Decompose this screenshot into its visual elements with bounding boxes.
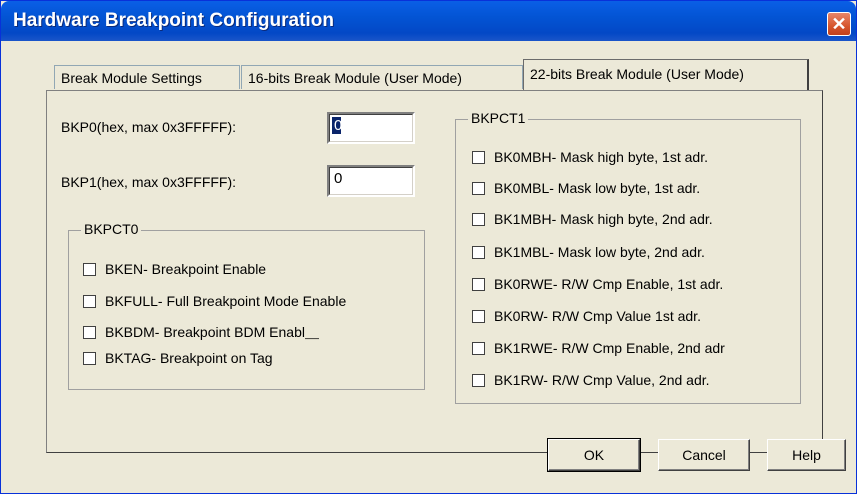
checkbox-box[interactable]: [472, 181, 485, 195]
checkbox-label: BK0MBH- Mask high byte, 1st adr.: [494, 149, 708, 165]
bkp0-label: BKP0(hex, max 0x3FFFFF):: [61, 119, 237, 135]
bkpct1-title: BKPCT1: [468, 110, 529, 126]
checkbox-label: BK1RWE- R/W Cmp Enable, 2nd adr: [494, 340, 725, 356]
checkbox-label: BK1RW- R/W Cmp Value, 2nd adr.: [494, 372, 710, 388]
cancel-button[interactable]: Cancel: [658, 439, 750, 471]
tab-16bit-break-module[interactable]: 16-bits Break Module (User Mode): [241, 65, 523, 89]
bken-checkbox[interactable]: BKEN- Breakpoint Enable: [83, 259, 266, 279]
checkbox-label: BKFULL- Full Breakpoint Mode Enable: [105, 293, 347, 309]
bkp1-label: BKP1(hex, max 0x3FFFFF):: [61, 174, 237, 190]
checkbox-label: BKEN- Breakpoint Enable: [105, 261, 267, 277]
bk1rwe-checkbox[interactable]: BK1RWE- R/W Cmp Enable, 2nd adr: [472, 338, 725, 358]
checkbox-box[interactable]: [83, 294, 96, 308]
checkbox-label: BK0MBL- Mask low byte, 1st adr.: [494, 180, 701, 196]
tab-break-module-settings[interactable]: Break Module Settings: [54, 65, 240, 89]
checkbox-label: BK1MBH- Mask high byte, 2nd adr.: [494, 211, 713, 227]
bkp1-input[interactable]: 0: [327, 165, 415, 197]
dialog-client: Break Module Settings 16-bits Break Modu…: [9, 41, 854, 489]
bk0mbh-checkbox[interactable]: BK0MBH- Mask high byte, 1st adr.: [472, 147, 708, 167]
close-icon[interactable]: ✕: [827, 12, 851, 36]
help-button[interactable]: Help: [767, 439, 846, 471]
bk0rwe-checkbox[interactable]: BK0RWE- R/W Cmp Enable, 1st adr.: [472, 274, 723, 294]
checkbox-label: BK0RW- R/W Cmp Value 1st adr.: [494, 308, 701, 324]
checkbox-box[interactable]: [83, 351, 96, 365]
checkbox-box[interactable]: [472, 212, 485, 226]
bk0rw-checkbox[interactable]: BK0RW- R/W Cmp Value 1st adr.: [472, 306, 701, 326]
bkp1-value: 0: [334, 170, 343, 187]
checkbox-box[interactable]: [472, 373, 485, 387]
checkbox-box[interactable]: [472, 150, 485, 164]
checkbox-box[interactable]: [472, 245, 485, 259]
bkpct0-group: BKPCT0 BKEN- Breakpoint Enable BKFULL- F…: [68, 221, 425, 390]
bk1rw-checkbox[interactable]: BK1RW- R/W Cmp Value, 2nd adr.: [472, 370, 710, 390]
bk1mbl-checkbox[interactable]: BK1MBL- Mask low byte, 2nd adr.: [472, 242, 705, 262]
checkbox-box[interactable]: [83, 325, 96, 339]
checkbox-label: BKBDM- Breakpoint BDM Enabl⸏: [105, 323, 319, 340]
window-title: Hardware Breakpoint Configuration: [13, 10, 334, 31]
tab-label: 22-bits Break Module (User Mode): [530, 66, 744, 82]
title-bar[interactable]: Hardware Breakpoint Configuration ✕: [1, 1, 856, 41]
tab-label: 16-bits Break Module (User Mode): [248, 70, 462, 86]
ok-button[interactable]: OK: [547, 438, 641, 472]
checkbox-box[interactable]: [472, 341, 485, 355]
checkbox-box[interactable]: [83, 262, 96, 276]
bk0mbl-checkbox[interactable]: BK0MBL- Mask low byte, 1st adr.: [472, 178, 700, 198]
bkpct1-group: BKPCT1 BK0MBH- Mask high byte, 1st adr. …: [455, 110, 801, 404]
checkbox-label: BK1MBL- Mask low byte, 2nd adr.: [494, 244, 705, 260]
bk1mbh-checkbox[interactable]: BK1MBH- Mask high byte, 2nd adr.: [472, 209, 713, 229]
bkbdm-checkbox[interactable]: BKBDM- Breakpoint BDM Enabl⸏: [83, 322, 319, 342]
bkp0-input[interactable]: 0: [327, 112, 415, 144]
checkbox-box[interactable]: [472, 309, 485, 323]
tab-22bit-break-module[interactable]: 22-bits Break Module (User Mode): [523, 59, 809, 90]
checkbox-label: BK0RWE- R/W Cmp Enable, 1st adr.: [494, 276, 724, 292]
bkp0-value: 0: [332, 117, 343, 134]
bkfull-checkbox[interactable]: BKFULL- Full Breakpoint Mode Enable: [83, 291, 346, 311]
checkbox-box[interactable]: [472, 277, 485, 291]
checkbox-label: BKTAG- Breakpoint on Tag: [105, 350, 273, 366]
tab-label: Break Module Settings: [61, 70, 202, 86]
dialog-window: Hardware Breakpoint Configuration ✕ Brea…: [0, 0, 857, 494]
bkpct0-title: BKPCT0: [81, 221, 142, 237]
bktag-checkbox[interactable]: BKTAG- Breakpoint on Tag: [83, 348, 273, 368]
